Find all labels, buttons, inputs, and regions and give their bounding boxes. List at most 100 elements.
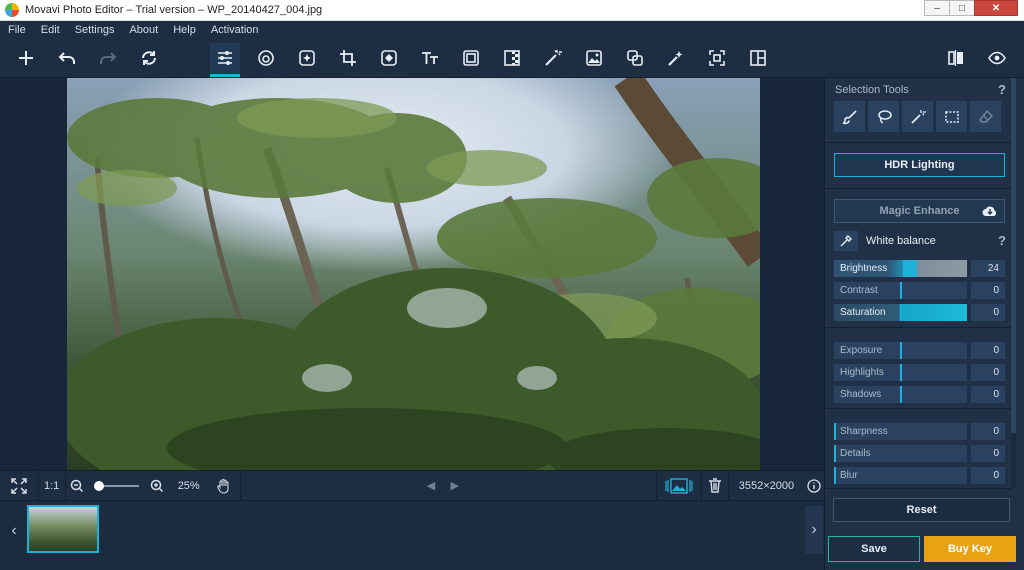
zoom-out-button[interactable] [66,471,90,501]
preview-button[interactable] [982,43,1012,73]
compare-button[interactable] [941,43,971,73]
exposure-slider[interactable]: Exposure [834,342,967,359]
blur-slider[interactable]: Blur [834,467,967,484]
contrast-value[interactable]: 0 [971,282,1005,299]
filmstrip-thumbnail[interactable] [27,505,99,553]
saturation-value[interactable]: 0 [971,304,1005,321]
menu-edit[interactable]: Edit [39,24,62,36]
sharpness-slider[interactable]: Sharpness [834,423,967,440]
fit-screen-icon [11,477,27,494]
effects-tool-button[interactable] [292,43,322,73]
hand-icon [217,478,229,494]
fit-screen-button[interactable] [0,471,38,501]
highlights-slider[interactable]: Highlights [834,364,967,381]
filmstrip: ‹ › [0,500,824,570]
panel-scrollbar[interactable] [1011,78,1016,488]
buy-key-button[interactable]: Buy Key [924,536,1016,562]
eyedropper-icon [840,235,852,247]
shadows-slider-handle[interactable] [900,386,902,403]
contrast-slider-handle[interactable] [900,282,902,299]
delete-button[interactable] [702,471,728,501]
shadows-value[interactable]: 0 [971,386,1005,403]
photo-preview[interactable] [67,78,760,470]
magic-select-button[interactable] [902,101,933,132]
brightness-slider[interactable]: Brightness [834,260,967,277]
close-button[interactable]: ✕ [974,0,1018,16]
sharpness-value[interactable]: 0 [971,423,1005,440]
menu-file[interactable]: File [6,24,28,36]
panel-scroll-thumb[interactable] [1011,78,1016,433]
adjust-tool-button[interactable] [210,43,240,77]
cloud-download-icon [982,206,997,216]
exposure-value[interactable]: 0 [971,342,1005,359]
hand-tool-button[interactable] [209,471,241,501]
save-button[interactable]: Save [828,536,920,562]
view-bar: 1:1 25% ◀ ▶ 3552×2000 [0,470,824,501]
text-tool-button[interactable] [415,43,445,73]
previous-image-button[interactable]: ◀ [419,471,443,501]
divider [825,188,1011,189]
highlights-slider-handle[interactable] [900,364,902,381]
mosaic-tool-button[interactable] [497,43,527,73]
brush-select-button[interactable] [834,101,865,132]
title-bar: Movavi Photo Editor – Trial version – WP… [0,0,1024,21]
image-canvas[interactable] [0,78,824,470]
frames-tool-button[interactable] [456,43,486,73]
actual-size-button[interactable]: 1:1 [39,471,65,501]
contrast-slider[interactable]: Contrast [834,282,967,299]
text-icon [422,52,438,64]
lasso-select-button[interactable] [868,101,899,132]
menu-help[interactable]: Help [171,24,198,36]
brightness-value[interactable]: 24 [971,260,1005,277]
reset-button[interactable]: Reset [833,498,1010,522]
hdr-lighting-button[interactable]: HDR Lighting [834,153,1005,177]
menu-activation[interactable]: Activation [209,24,261,36]
selection-help-icon[interactable]: ? [998,82,1006,97]
saturation-slider[interactable]: Saturation [834,304,967,321]
filmstrip-left-button[interactable]: ‹ [5,506,23,556]
sharpness-label: Sharpness [840,426,888,437]
shadows-slider[interactable]: Shadows [834,386,967,403]
blur-slider-handle[interactable] [834,467,836,484]
brightness-slider-handle[interactable] [903,260,917,277]
object-removal-tool-button[interactable] [661,43,691,73]
crop-tool-button[interactable] [333,43,363,73]
filmstrip-right-button[interactable]: › [805,506,823,554]
menu-about[interactable]: About [127,24,160,36]
details-slider[interactable]: Details [834,445,967,462]
maximize-button[interactable]: □ [949,0,975,16]
redo-button[interactable] [93,43,123,73]
minimize-button[interactable]: – [924,0,950,16]
rect-select-button[interactable] [936,101,967,132]
resize-tool-button[interactable] [702,43,732,73]
background-tool-button[interactable] [579,43,609,73]
exposure-slider-handle[interactable] [900,342,902,359]
white-balance-picker[interactable] [834,231,858,251]
details-slider-handle[interactable] [834,445,836,462]
filmstrip-toggle-button[interactable] [657,471,701,501]
rotate-tool-button[interactable] [374,43,404,73]
info-button[interactable] [804,471,824,501]
menu-settings[interactable]: Settings [73,24,117,36]
undo-button[interactable] [52,43,82,73]
reset-rotate-button[interactable] [134,43,164,73]
next-image-button[interactable]: ▶ [443,471,467,501]
sharpness-slider-handle[interactable] [834,423,836,440]
zoom-in-button[interactable] [145,471,169,501]
zoom-slider[interactable] [94,480,140,491]
magic-enhance-button[interactable]: Magic Enhance [834,199,1005,223]
object-removal-icon [668,51,683,66]
magic-wand-icon [910,109,926,124]
white-balance-help-icon[interactable]: ? [998,233,1006,248]
details-value[interactable]: 0 [971,445,1005,462]
highlights-value[interactable]: 0 [971,364,1005,381]
magic-wand-tool-button[interactable] [538,43,568,73]
retouch-tool-button[interactable] [251,43,281,73]
add-button[interactable] [11,43,41,73]
zoom-slider-handle[interactable] [94,480,105,491]
blur-value[interactable]: 0 [971,467,1005,484]
saturation-slider-handle[interactable] [900,304,902,321]
layout-tool-button[interactable] [743,43,773,73]
clone-tool-button[interactable] [620,43,650,73]
eraser-select-button[interactable] [970,101,1001,132]
